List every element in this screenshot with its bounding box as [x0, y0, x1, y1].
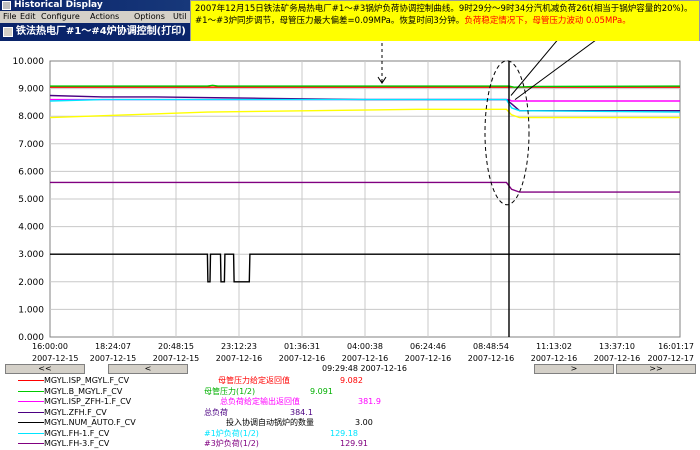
y-tick-label: 4.000: [18, 223, 44, 233]
x-tick-date: 2007-12-16: [468, 354, 515, 363]
app-icon: [2, 1, 11, 10]
x-tick-date: 2007-12-16: [531, 354, 578, 363]
x-tick-date: 2007-12-16: [342, 354, 389, 363]
y-tick-label: 3.000: [18, 250, 44, 260]
legend-tag: MGYL.ISP_MGYL.F_CV: [44, 376, 130, 385]
x-tick-date: 2007-12-15: [90, 354, 137, 363]
x-tick-date: 2007-12-16: [216, 354, 263, 363]
legend-swatch: [18, 380, 44, 381]
legend-value: 129.91: [340, 439, 368, 448]
x-tick-date: 2007-12-16: [405, 354, 452, 363]
legend-tag: MGYL.NUM_AUTO.F_CV: [44, 418, 136, 427]
legend-swatch: [18, 411, 44, 413]
annotation-line-2a: #1～#3炉同步调节，母管压力最大偏差=0.09MPa。恢复时间3分钟。: [195, 16, 465, 26]
legend-swatch: [18, 390, 44, 392]
y-tick-label: 7.000: [18, 140, 44, 150]
y-tick-label: 2.000: [18, 278, 44, 288]
x-tick-time: 16:01:17: [658, 342, 694, 351]
legend-description: 总负荷给定输出返回值: [220, 397, 300, 406]
x-tick-time: 16:00:00: [32, 342, 68, 351]
legend-tag: MGYL.FH-1.F_CV: [44, 428, 110, 438]
x-tick-time: 13:37:10: [599, 342, 635, 351]
legend-row[interactable]: MGYL.NUM_AUTO.F_CV 投入协调自动锅炉的数量 3.00: [0, 417, 700, 428]
x-tick-time: 04:00:38: [347, 342, 383, 351]
legend-row[interactable]: MGYL.FH-1.F_CV #1炉负荷(1/2) 129.18: [0, 428, 700, 439]
annotation-line-1: 2007年12月15日铁法矿务局热电厂#1～#3锅炉负荷协调控制曲线。9时29分…: [195, 4, 693, 14]
display-title: 铁法热电厂#1～#4炉协调控制(打印): [16, 26, 186, 37]
legend-value: 9.082: [340, 376, 363, 385]
legend-swatch: [18, 432, 44, 434]
x-tick-date: 2007-12-16: [279, 354, 326, 363]
legend-description: 母管压力给定返回值: [218, 376, 290, 385]
menu-item-configure[interactable]: Configure: [41, 11, 80, 23]
trend-chart-svg[interactable]: 10.000 9.000 8.000 7.000 6.000 5.000 4.000 3.00…: [0, 41, 700, 364]
y-tick-label: 6.000: [18, 167, 44, 177]
y-tick-label: 10.000: [13, 57, 45, 67]
x-tick-time: 20:48:15: [158, 342, 194, 351]
legend-panel: MGYL.ISP_MGYL.F_CV 母管压力给定返回值 9.082 MGYL.B_M…: [0, 374, 700, 450]
legend-row[interactable]: MGYL.ZFH.F_CV 总负荷 384.1: [0, 407, 700, 418]
legend-row[interactable]: MGYL.ISP_ZFH-1.F_CV 总负荷给定输出返回值 381.9: [0, 396, 700, 407]
step-back-button[interactable]: <: [108, 364, 188, 374]
cursor-date: 2007-12-16: [360, 364, 407, 373]
display-icon: [3, 27, 13, 37]
legend-description: #1炉负荷(1/2): [204, 428, 259, 438]
legend-row[interactable]: MGYL.FH-3.F_CV #3炉负荷(1/2) 129.91: [0, 438, 700, 449]
legend-value: 384.1: [290, 407, 313, 417]
legend-value: 9.091: [310, 386, 333, 396]
legend-value: 129.18: [330, 428, 358, 438]
menu-item-file[interactable]: File: [3, 11, 16, 23]
menu-item-actions[interactable]: Actions: [90, 11, 119, 23]
window-title: Historical Display: [14, 0, 103, 10]
legend-row[interactable]: MGYL.ISP_MGYL.F_CV 母管压力给定返回值 9.082: [0, 375, 700, 386]
step-forward-button[interactable]: >: [534, 364, 614, 374]
menu-item-options[interactable]: Options: [134, 11, 165, 23]
page-back-button[interactable]: <<: [5, 364, 85, 374]
cursor-time-readout: 09:29:48 2007-12-16: [322, 364, 407, 374]
x-tick-time: 08:48:54: [473, 342, 509, 351]
legend-description: 母管压力(1/2): [204, 386, 256, 396]
legend-description: #3炉负荷(1/2): [204, 439, 259, 448]
cursor-time: 09:29:48: [322, 364, 358, 373]
x-tick-date: 2007-12-17: [648, 354, 695, 363]
y-tick-label: 1.000: [18, 305, 44, 315]
x-tick-time: 01:36:31: [284, 342, 320, 351]
legend-swatch: [18, 422, 44, 423]
x-tick-date: 2007-12-15: [32, 354, 79, 363]
y-tick-label: 9.000: [18, 85, 44, 95]
y-tick-label: 5.000: [18, 195, 44, 205]
y-tick-label: 8.000: [18, 112, 44, 122]
legend-description: 投入协调自动锅炉的数量: [226, 418, 314, 427]
x-tick-time: 06:24:46: [410, 342, 446, 351]
legend-row[interactable]: MGYL.B_MGYL.F_CV 母管压力(1/2) 9.091: [0, 386, 700, 397]
trend-chart[interactable]: 10.000 9.000 8.000 7.000 6.000 5.000 4.000 3.00…: [0, 41, 700, 364]
menu-item-edit[interactable]: Edit: [20, 11, 36, 23]
legend-swatch: [18, 401, 44, 402]
page-forward-button[interactable]: >>: [616, 364, 696, 374]
annotation-line-2b: 负荷稳定情况下，母管压力波动 0.05MPa。: [464, 16, 631, 26]
legend-description: 总负荷: [204, 407, 228, 417]
legend-tag: MGYL.ZFH.F_CV: [44, 407, 107, 417]
legend-tag: MGYL.ISP_ZFH-1.F_CV: [44, 397, 132, 406]
annotation-note: 2007年12月15日铁法矿务局热电厂#1～#3锅炉负荷协调控制曲线。9时29分…: [190, 0, 700, 47]
x-tick-date: 2007-12-15: [153, 354, 200, 363]
legend-swatch: [18, 443, 44, 444]
x-tick-time: 18:24:07: [95, 342, 131, 351]
legend-tag: MGYL.B_MGYL.F_CV: [44, 386, 123, 396]
legend-value: 3.00: [355, 418, 373, 427]
x-tick-time: 11:13:02: [536, 342, 572, 351]
legend-value: 381.9: [358, 397, 381, 406]
legend-tag: MGYL.FH-3.F_CV: [44, 439, 110, 448]
x-tick-date: 2007-12-16: [594, 354, 641, 363]
x-tick-time: 23:12:23: [221, 342, 257, 351]
menu-item-util[interactable]: Util: [173, 11, 186, 23]
